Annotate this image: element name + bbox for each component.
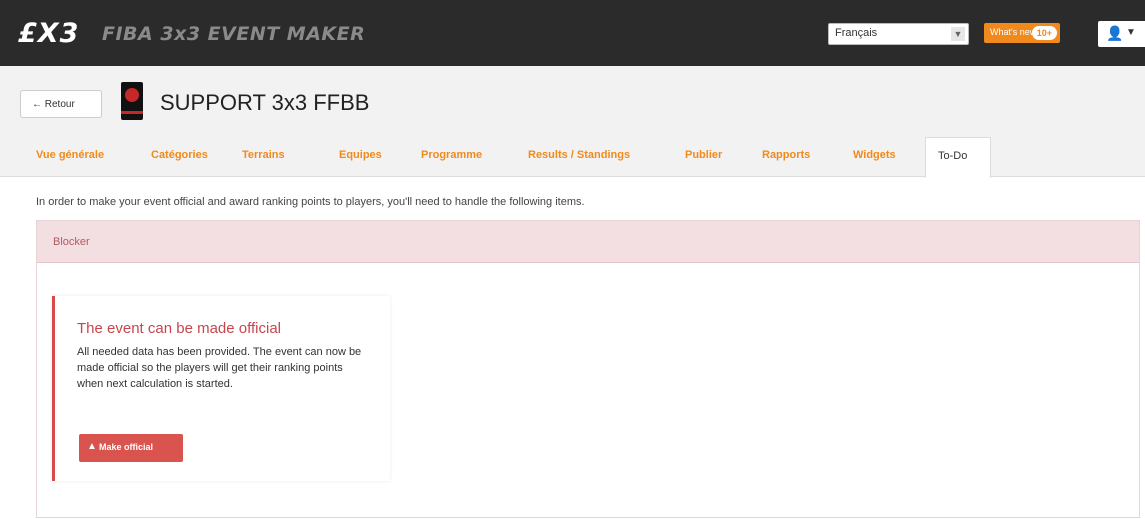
event-title: SUPPORT 3x3 FFBB [160, 90, 370, 115]
back-button-label: ← Retour [32, 99, 75, 110]
tab-publier[interactable]: Publier [685, 149, 722, 161]
tab-terrains[interactable]: Terrains [242, 149, 285, 161]
top-navbar: £X3 FIBA 3x3 EVENT MAKER Français ▼ What… [0, 0, 1145, 66]
make-official-button[interactable]: ▲ Make official [79, 434, 183, 462]
whats-new-button[interactable]: What's new 10+ [984, 23, 1060, 43]
chevron-down-icon: ▼ [1126, 27, 1136, 38]
tab-vue-generale[interactable]: Vue générale [36, 149, 104, 161]
todo-intro-text: In order to make your event official and… [36, 196, 585, 208]
tab-rapports[interactable]: Rapports [762, 149, 810, 161]
event-logo [121, 82, 143, 120]
official-card: The event can be made official All neede… [52, 296, 390, 481]
make-official-label: Make official [99, 442, 154, 452]
tab-categories[interactable]: Catégories [151, 149, 208, 161]
language-select-value: Français [835, 27, 878, 39]
tab-to-do-label: To-Do [938, 150, 968, 162]
user-icon: 👤 [1106, 25, 1124, 41]
tab-results-standings[interactable]: Results / Standings [528, 149, 630, 161]
official-card-title: The event can be made official [77, 320, 282, 337]
tab-programme[interactable]: Programme [421, 149, 482, 161]
blocker-panel-header: Blocker [37, 221, 1139, 263]
language-select[interactable]: Français ▼ [828, 23, 969, 45]
tab-to-do[interactable]: To-Do [925, 137, 991, 178]
back-button[interactable]: ← Retour [20, 90, 102, 118]
official-card-text: All needed data has been provided. The e… [77, 346, 362, 390]
app-title: FIBA 3x3 EVENT MAKER [102, 23, 366, 45]
tab-widgets[interactable]: Widgets [853, 149, 896, 161]
blocker-panel-title: Blocker [53, 236, 90, 248]
whats-new-count-badge: 10+ [1031, 26, 1057, 40]
whats-new-label: What's new [990, 27, 1037, 37]
fiba-3x3-logo[interactable]: £X3 [18, 18, 79, 49]
event-logo-mark [125, 88, 139, 102]
user-menu-button[interactable]: 👤 ▼ [1098, 21, 1145, 47]
trophy-icon: ▲ [87, 441, 97, 452]
tab-equipes[interactable]: Equipes [339, 149, 382, 161]
event-logo-stripe [121, 111, 143, 114]
chevron-down-icon: ▼ [951, 27, 965, 41]
